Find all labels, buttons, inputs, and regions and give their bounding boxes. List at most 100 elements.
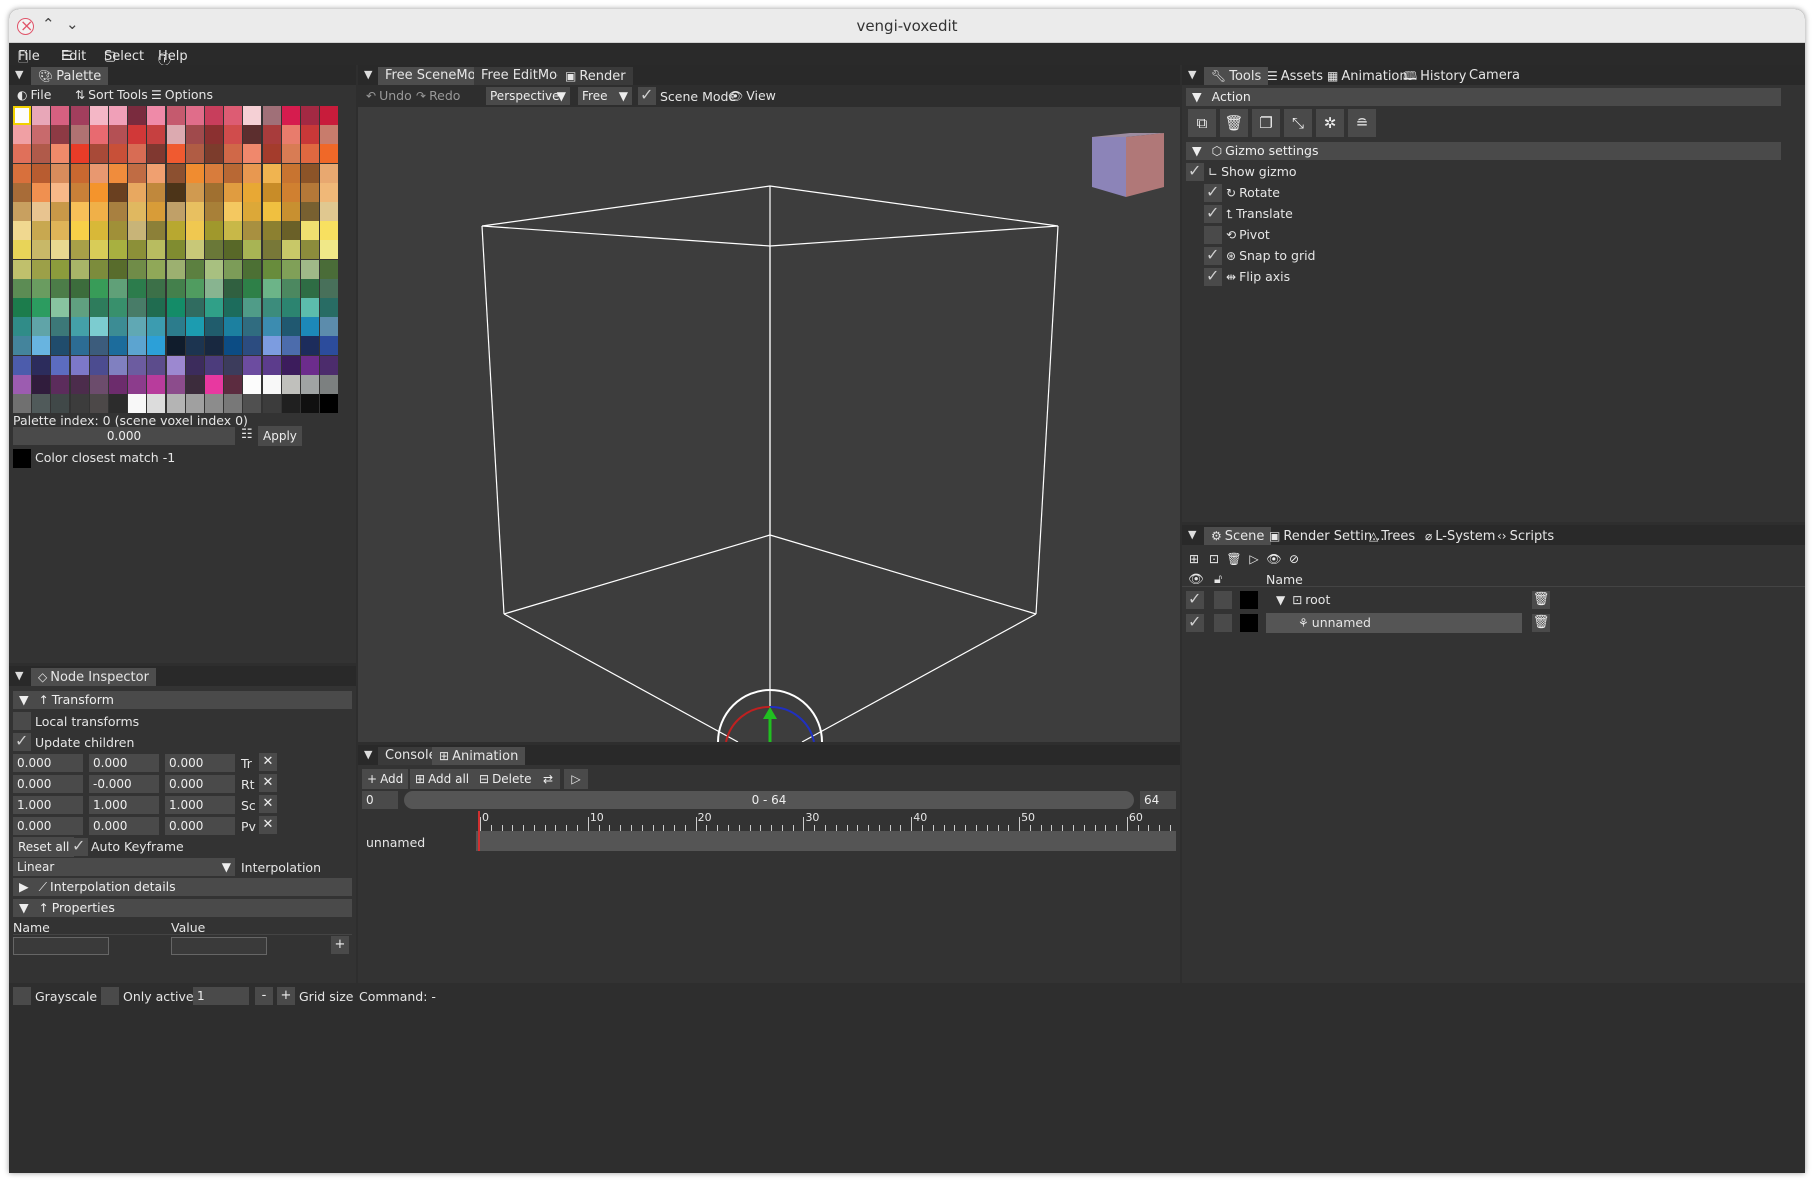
palette-swatch[interactable] — [320, 278, 339, 298]
palette-swatch[interactable] — [224, 240, 243, 260]
collapse-icon[interactable]: ▼ — [364, 68, 372, 81]
palette-swatch[interactable] — [205, 240, 223, 260]
palette-swatch[interactable] — [51, 278, 70, 298]
palette-swatch[interactable] — [166, 221, 185, 241]
palette-swatch[interactable] — [262, 125, 281, 145]
palette-swatch[interactable] — [205, 259, 223, 279]
palette-swatch[interactable] — [320, 259, 339, 279]
palette-swatch[interactable] — [262, 317, 281, 337]
timeline-track[interactable] — [476, 831, 1176, 851]
palette-swatch[interactable] — [301, 125, 319, 145]
palette-swatch[interactable] — [51, 394, 70, 413]
palette-swatch[interactable] — [320, 202, 339, 221]
unnamed-color-swatch[interactable] — [1240, 614, 1258, 632]
palette-swatch[interactable] — [262, 202, 281, 221]
palette-swatch[interactable] — [243, 298, 262, 317]
palette-swatch[interactable] — [13, 202, 31, 221]
palette-swatch[interactable] — [262, 221, 281, 241]
palette-swatch[interactable] — [13, 355, 31, 375]
palette-swatch[interactable] — [89, 182, 108, 202]
auto-keyframe-checkbox[interactable] — [70, 836, 88, 856]
add-keyframe-button[interactable]: + Add — [362, 769, 409, 789]
palette-swatch[interactable] — [109, 240, 127, 260]
interpolation-select[interactable]: Linear ▼ — [13, 858, 235, 876]
palette-sort-menu[interactable]: ⇅ Sort — [75, 87, 114, 102]
palette-swatch[interactable] — [13, 336, 31, 356]
palette-swatch[interactable] — [262, 394, 281, 413]
palette-swatch[interactable] — [262, 298, 281, 317]
trash-icon[interactable]: 🗑︎ — [1220, 109, 1248, 137]
palette-swatch[interactable] — [205, 394, 223, 413]
unnamed-lock-checkbox[interactable] — [1214, 614, 1232, 632]
palette-swatch[interactable] — [243, 202, 262, 221]
palette-swatch[interactable] — [13, 125, 31, 145]
palette-swatch[interactable] — [109, 336, 127, 356]
palette-swatch[interactable] — [224, 202, 243, 221]
tab-trees[interactable]: △ Trees — [1362, 527, 1422, 545]
palette-swatch[interactable] — [70, 221, 89, 241]
palette-swatch[interactable] — [243, 278, 262, 298]
palette-swatch[interactable] — [185, 202, 204, 221]
palette-swatch[interactable] — [281, 278, 300, 298]
timeline-ruler[interactable]: 0 10 20 30 40 50 60 — [476, 811, 1176, 831]
scale-z-field[interactable]: 1.000 — [165, 796, 235, 814]
palette-swatch[interactable] — [185, 163, 204, 183]
palette-swatch[interactable] — [13, 298, 31, 317]
collapse-icon[interactable]: ▼ — [15, 669, 23, 682]
palette-swatch[interactable] — [185, 259, 204, 279]
palette-swatch[interactable] — [166, 317, 185, 337]
palette-swatch[interactable] — [301, 336, 319, 356]
palette-swatch[interactable] — [89, 317, 108, 337]
palette-swatch[interactable] — [51, 298, 70, 317]
palette-swatch[interactable] — [109, 298, 127, 317]
palette-swatch[interactable] — [262, 144, 281, 164]
palette-swatch[interactable] — [166, 355, 185, 375]
palette-swatch[interactable] — [281, 221, 300, 241]
palette-swatch[interactable] — [128, 163, 147, 183]
root-color-swatch[interactable] — [1240, 591, 1258, 609]
viewport-canvas[interactable] — [358, 107, 1180, 742]
local-transforms-checkbox[interactable] — [13, 712, 31, 730]
palette-options-menu[interactable]: ☰ Options — [151, 87, 213, 102]
unnamed-visible-checkbox[interactable] — [1186, 612, 1204, 632]
palette-swatch[interactable] — [320, 355, 339, 375]
closest-color-swatch[interactable] — [13, 449, 31, 468]
palette-swatch[interactable] — [166, 374, 185, 394]
palette-swatch[interactable] — [13, 394, 31, 413]
palette-value-slider[interactable]: 0.000 — [13, 427, 235, 445]
palette-swatch[interactable] — [224, 163, 243, 183]
palette-swatch[interactable] — [32, 336, 51, 356]
palette-swatch[interactable] — [13, 240, 31, 260]
palette-swatch[interactable] — [262, 240, 281, 260]
palette-swatch[interactable] — [224, 374, 243, 394]
palette-swatch[interactable] — [89, 336, 108, 356]
palette-swatch[interactable] — [166, 163, 185, 183]
palette-swatch[interactable] — [320, 240, 339, 260]
palette-swatch[interactable] — [205, 144, 223, 164]
play-icon[interactable]: ▷ — [564, 769, 588, 789]
palette-swatch[interactable] — [13, 221, 31, 241]
only-active-checkbox[interactable] — [101, 987, 119, 1005]
palette-swatch[interactable] — [205, 278, 223, 298]
palette-swatch[interactable] — [166, 278, 185, 298]
view-menu[interactable]: 👁︎ View — [728, 88, 776, 103]
palette-swatch[interactable] — [320, 144, 339, 164]
palette-swatch[interactable] — [89, 125, 108, 145]
palette-swatch[interactable] — [166, 336, 185, 356]
tab-animation[interactable]: ⊞ Animation — [432, 747, 526, 765]
palette-swatch[interactable] — [32, 106, 51, 125]
grayscale-checkbox[interactable] — [13, 987, 31, 1005]
pivot-z-field[interactable]: 0.000 — [165, 817, 235, 835]
palette-swatch[interactable] — [243, 163, 262, 183]
root-lock-checkbox[interactable] — [1214, 591, 1232, 609]
palette-swatch[interactable] — [13, 259, 31, 279]
palette-swatch[interactable] — [185, 125, 204, 145]
palette-swatch[interactable] — [109, 125, 127, 145]
palette-swatch[interactable] — [301, 374, 319, 394]
reset-translate-button[interactable]: ✕ — [259, 753, 277, 771]
palette-swatch[interactable] — [224, 317, 243, 337]
palette-swatch[interactable] — [89, 394, 108, 413]
add-group-icon[interactable]: ⊡ — [1206, 551, 1222, 567]
palette-swatch[interactable] — [243, 240, 262, 260]
camera-mode-select[interactable]: Free ▼ — [578, 87, 632, 105]
